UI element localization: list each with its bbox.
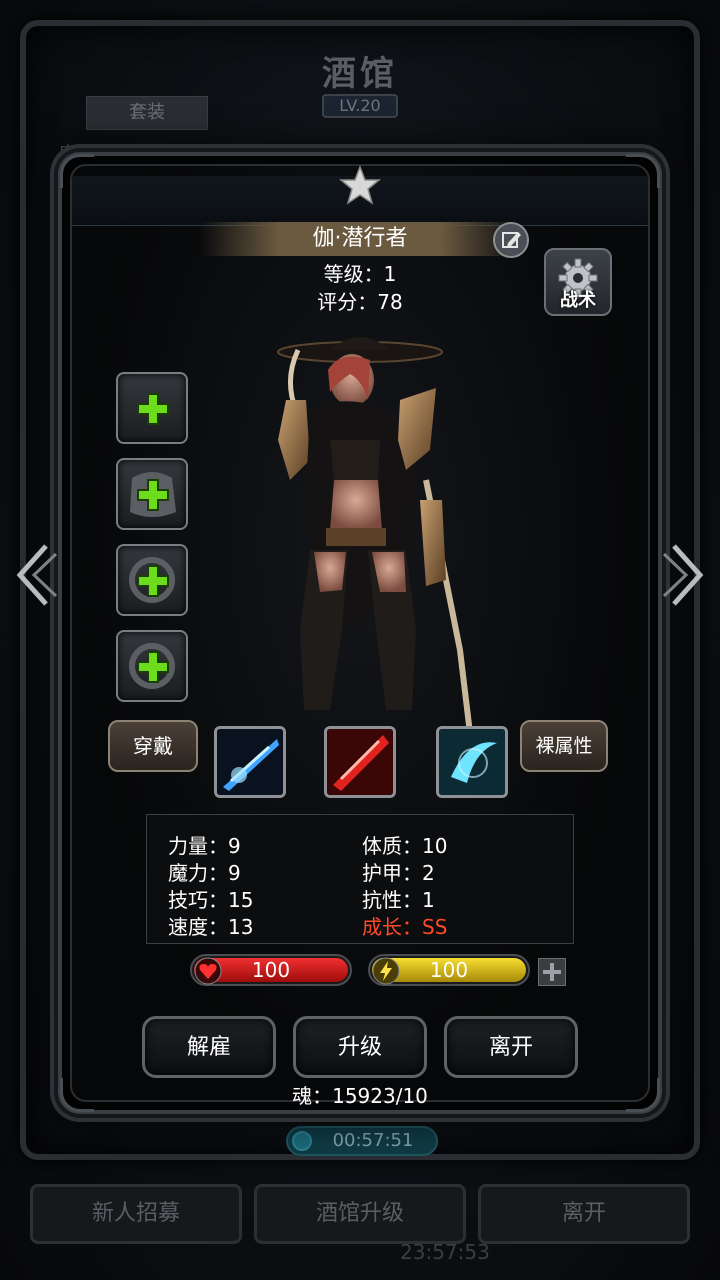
stat-growth: 成长：SS (362, 915, 448, 939)
hero-score: 评分：78 (317, 290, 403, 314)
add-equipment-icon (137, 393, 169, 425)
frame-corner (60, 154, 94, 188)
skill-slot-2[interactable] (324, 726, 396, 798)
next-hero-arrow[interactable] (660, 540, 710, 610)
plus-icon (543, 963, 561, 981)
add-equipment-icon (137, 479, 169, 511)
energy-value: 100 (429, 958, 469, 982)
rename-button[interactable] (493, 222, 529, 258)
stat-speed: 速度：13 (168, 915, 254, 939)
hero-level: 等级：1 (323, 262, 397, 286)
stat-skill: 技巧：15 (168, 888, 254, 912)
skill-slot-1[interactable] (214, 726, 286, 798)
pencil-icon (502, 232, 521, 248)
stat-resistance: 抗性：1 (362, 888, 435, 912)
frame-corner (626, 154, 660, 188)
energy-bar: 100 (368, 954, 530, 986)
stat-constitution: 体质：10 (362, 834, 448, 858)
stat-magic: 魔力：9 (168, 861, 241, 885)
equipment-slot-2[interactable] (116, 458, 188, 530)
upgrade-button[interactable]: 升级 (293, 1016, 427, 1078)
tavern-level-badge: LV.20 (322, 94, 398, 118)
previous-hero-arrow[interactable] (10, 540, 60, 610)
skill-slash-blue-icon (217, 729, 283, 795)
stat-strength: 力量：9 (168, 834, 241, 858)
suit-tab: 套装 (86, 96, 208, 130)
refresh-timer: 00:57:51 (286, 1126, 438, 1156)
equipment-slot-4[interactable] (116, 630, 188, 702)
clock-icon (292, 1131, 312, 1151)
add-equipment-icon (137, 651, 169, 683)
tavern-leave-button: 离开 (478, 1184, 690, 1244)
leave-button[interactable]: 离开 (444, 1016, 578, 1078)
skill-crescent-cyan-icon (439, 729, 505, 795)
hero-portrait (277, 337, 473, 730)
stat-armor: 护甲：2 (362, 861, 435, 885)
background-clock: 23:57:53 (400, 1240, 490, 1264)
hp-value: 100 (251, 958, 291, 982)
hero-name: 伽·潜行者 (200, 222, 520, 256)
tavern-title: 酒馆 (322, 54, 398, 94)
star-rank-icon (338, 164, 382, 205)
bare-attributes-button[interactable]: 裸属性 (520, 720, 608, 772)
add-equipment-icon (137, 565, 169, 597)
equipment-slot-3[interactable] (116, 544, 188, 616)
refresh-timer-text: 00:57:51 (332, 1130, 414, 1151)
recruit-button: 新人招募 (30, 1184, 242, 1244)
wear-button[interactable]: 穿戴 (108, 720, 198, 772)
skill-slot-3[interactable] (436, 726, 508, 798)
dismiss-button[interactable]: 解雇 (142, 1016, 276, 1078)
equipment-slot-1[interactable] (116, 372, 188, 444)
tactics-button[interactable]: 战术 (544, 248, 612, 316)
hp-bar: 100 (190, 954, 352, 986)
tactics-label: 战术 (560, 290, 596, 311)
soul-cost: 魂：15923/10 (292, 1084, 428, 1108)
skill-slash-red-icon (327, 729, 393, 795)
tavern-upgrade-button: 酒馆升级 (254, 1184, 466, 1244)
add-energy-button[interactable] (538, 958, 566, 986)
